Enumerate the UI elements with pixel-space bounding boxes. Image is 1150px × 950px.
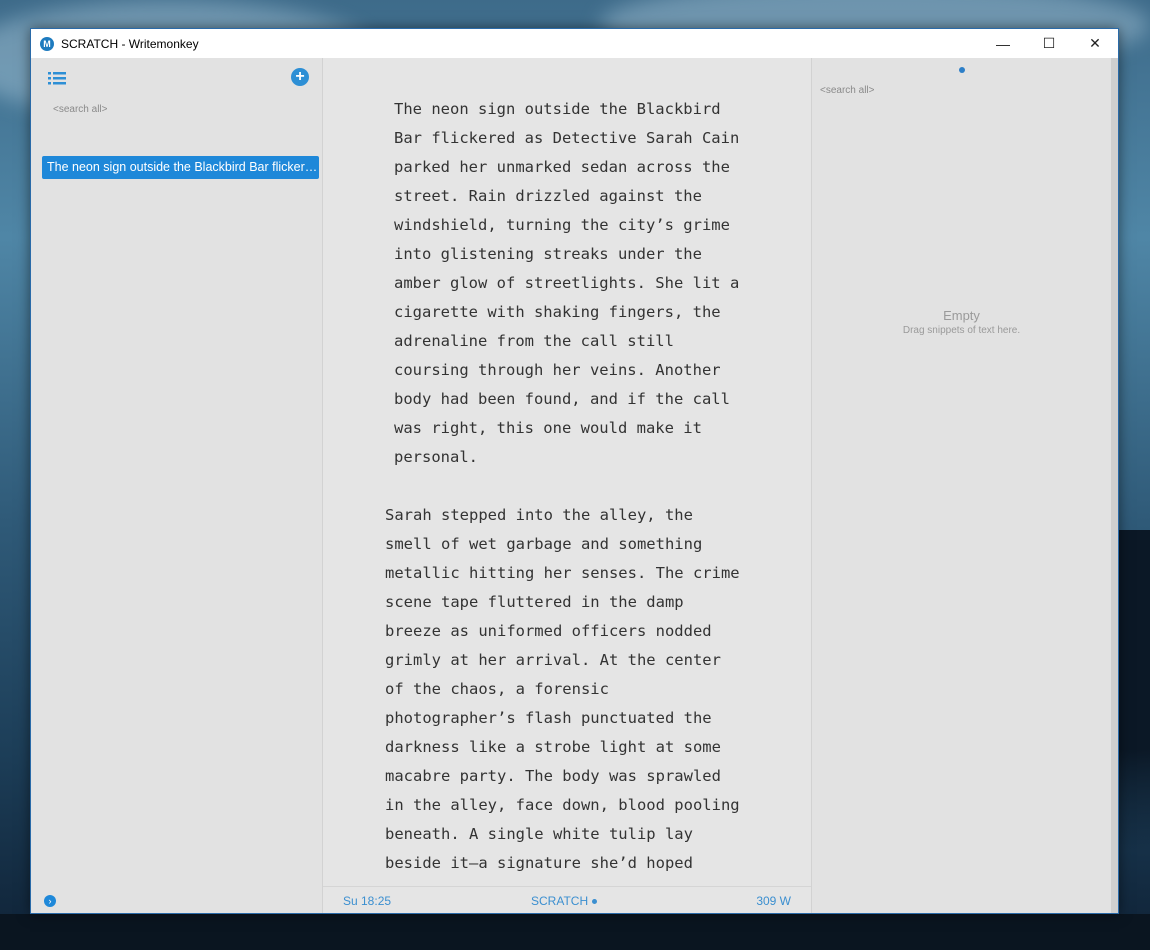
snippets-empty-title: Empty: [943, 308, 980, 323]
minimize-icon: —: [996, 35, 1010, 52]
maximize-icon: ☐: [1042, 35, 1056, 51]
list-icon[interactable]: [48, 71, 66, 85]
desktop-ground: [0, 914, 1150, 950]
app-window: M SCRATCH - Writemonkey — ☐ ✕ + <search …: [30, 28, 1119, 914]
status-document-name[interactable]: SCRATCH: [531, 894, 598, 908]
add-document-button[interactable]: +: [291, 68, 309, 86]
editor-text-area[interactable]: The neon sign outside the Blackbird Bar …: [323, 95, 811, 885]
close-button[interactable]: ✕: [1072, 29, 1118, 58]
snippets-pane: <search all> Empty Drag snippets of text…: [812, 58, 1111, 913]
minimize-button[interactable]: —: [980, 29, 1026, 58]
window-title: SCRATCH - Writemonkey: [61, 36, 199, 51]
chevron-right-icon[interactable]: ›: [44, 895, 56, 907]
title-bar[interactable]: M SCRATCH - Writemonkey — ☐ ✕: [31, 29, 1118, 58]
documents-sidebar: + <search all> The neon sign outside the…: [31, 58, 323, 913]
editor-paragraph: Sarah stepped into the alley, the smell …: [385, 506, 740, 872]
editor-pane[interactable]: The neon sign outside the Blackbird Bar …: [323, 58, 812, 913]
scrollbar[interactable]: [1111, 58, 1118, 913]
maximize-button[interactable]: ☐: [1026, 29, 1072, 58]
add-icon: +: [295, 68, 305, 85]
snippets-search-input[interactable]: <search all>: [820, 85, 874, 96]
pane-indicator-icon: [959, 67, 965, 73]
status-bar: Su 18:25 SCRATCH 309 W: [323, 886, 811, 913]
status-word-count: 309 W: [756, 894, 791, 908]
editor-paragraph: The neon sign outside the Blackbird Bar …: [394, 100, 740, 466]
status-document-label: SCRATCH: [531, 894, 589, 908]
snippets-empty-subtitle: Drag snippets of text here.: [902, 325, 1021, 336]
app-logo-icon: M: [40, 36, 54, 51]
search-all-input[interactable]: <search all>: [53, 104, 107, 115]
window-controls: — ☐ ✕: [980, 29, 1118, 58]
unsaved-dot-icon: [592, 899, 598, 905]
status-time: Su 18:25: [343, 894, 392, 908]
document-list-item[interactable]: The neon sign outside the Blackbird Bar …: [42, 156, 319, 179]
close-icon: ✕: [1089, 35, 1101, 51]
